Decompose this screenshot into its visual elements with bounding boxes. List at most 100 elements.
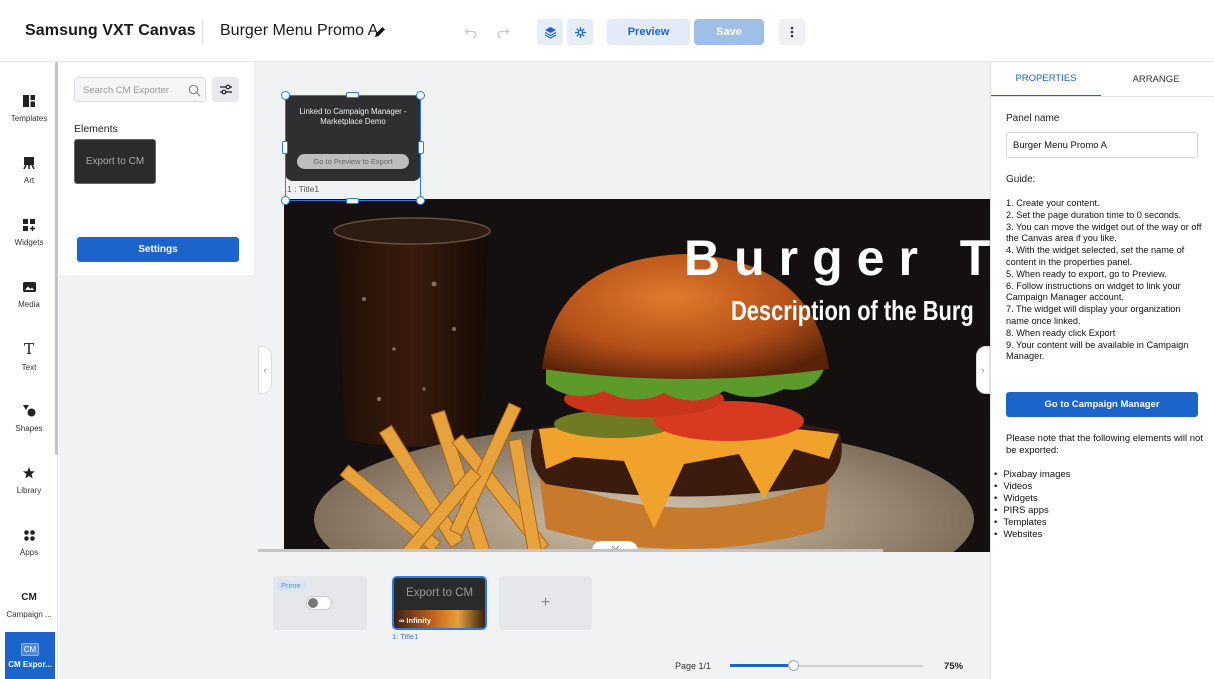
rail-item-campaign[interactable]: CM Campaign ...: [0, 576, 58, 634]
search-input[interactable]: Search CM Exporter: [74, 77, 206, 102]
text-icon: T: [23, 339, 34, 358]
rail-item-media[interactable]: Media: [0, 266, 58, 324]
rail-item-widgets[interactable]: Widgets: [0, 204, 58, 262]
tab-arrange[interactable]: ARRANGE: [1101, 62, 1211, 97]
document-title[interactable]: Burger Menu Promo A: [220, 22, 378, 40]
art-icon: [23, 157, 35, 169]
headline-text[interactable]: Burger Tit: [684, 229, 990, 287]
guide-steps: 1. Create your content. 2. Set the page …: [1006, 198, 1206, 363]
guide-step: 7. The widget will display your organiza…: [1006, 304, 1181, 326]
undo-icon: [464, 28, 477, 39]
apps-icon: [23, 529, 35, 541]
star-icon: [23, 467, 35, 479]
rail-item-templates[interactable]: Templates: [0, 80, 58, 138]
more-options-button[interactable]: [779, 19, 805, 45]
rail-item-cm-exporter[interactable]: CM CM Expor...: [5, 632, 55, 679]
media-icon: [22, 282, 36, 292]
pencil-icon[interactable]: [373, 25, 387, 39]
zoom-level: 75%: [944, 661, 964, 672]
chevron-left-icon: ‹: [263, 365, 267, 375]
resize-handle[interactable]: [282, 141, 288, 154]
redo-icon: [497, 28, 510, 39]
export-note: Please note that the following elements …: [1006, 433, 1203, 456]
prime-toggle[interactable]: [306, 596, 332, 610]
magic-button[interactable]: [567, 19, 593, 45]
sparkle-icon: [574, 26, 586, 38]
go-to-campaign-manager-button[interactable]: Go to Campaign Manager: [1006, 392, 1198, 417]
search-placeholder: Search CM Exporter: [83, 85, 170, 96]
rail-item-shapes[interactable]: Shapes: [0, 390, 58, 448]
tab-properties[interactable]: PROPERTIES: [991, 62, 1101, 97]
sliders-icon: [219, 84, 232, 95]
rail-label: Art: [23, 176, 35, 185]
zoom-slider-fill: [730, 664, 794, 667]
resize-handle[interactable]: [281, 91, 290, 100]
add-page-button[interactable]: +: [499, 576, 592, 630]
save-button[interactable]: Save: [694, 19, 764, 45]
guide-step: 1. Create your content.: [1006, 198, 1100, 208]
page-thumb-title: Export to CM: [405, 587, 474, 599]
tab-divider: [991, 96, 1214, 97]
layers-icon: [544, 26, 556, 39]
filter-button[interactable]: [212, 77, 239, 102]
elements-heading: Elements: [74, 123, 118, 135]
guide-step: 6. Follow instructions on widget to link…: [1006, 280, 1181, 303]
undo-button[interactable]: [458, 19, 484, 45]
guide-step: 4. With the widget selected, set the nam…: [1006, 245, 1185, 267]
layers-button[interactable]: [537, 19, 563, 45]
collapse-right-button[interactable]: ›: [976, 346, 990, 394]
rail-label: Media: [18, 300, 40, 309]
guide-step: 8. When ready click Export: [1006, 327, 1116, 338]
rail-label: Apps: [19, 547, 39, 557]
panel-name-input[interactable]: [1006, 132, 1198, 158]
kebab-icon: [790, 26, 794, 38]
cm-exporter-icon: CM: [20, 642, 40, 656]
pages-strip: [258, 552, 990, 679]
list-item: PIRS apps: [994, 505, 1070, 517]
guide-step: 2. Set the page duration time to 0 secon…: [1006, 209, 1182, 220]
selection-label: 1 : Title1: [287, 184, 320, 194]
rail-item-text[interactable]: T Text: [0, 328, 58, 386]
guide-step: 3. You can move the widget out of the wa…: [1006, 221, 1202, 244]
page-duration: ∞ Infinity: [399, 616, 432, 625]
top-bar: Samsung VXT Canvas Burger Menu Promo A P…: [0, 0, 1214, 62]
rail-label: Library: [16, 486, 42, 495]
page-indicator: Page 1/1: [675, 661, 712, 671]
rail-label: Text: [21, 362, 37, 372]
preview-button[interactable]: Preview: [607, 19, 690, 45]
resize-handle[interactable]: [346, 92, 359, 98]
panel-name-label: Panel name: [1006, 113, 1060, 124]
resize-handle[interactable]: [416, 91, 425, 100]
rail-label: Widgets: [14, 238, 44, 247]
list-item: Pixabay images: [994, 469, 1070, 481]
resize-handle[interactable]: [418, 141, 424, 154]
templates-icon: [23, 95, 35, 107]
rail-label: CM Expor...: [8, 659, 52, 669]
subheadline-text[interactable]: Description of the Burg: [731, 295, 974, 327]
redo-button[interactable]: [490, 19, 516, 45]
excluded-list: Pixabay images Videos Widgets PIRS apps …: [994, 469, 1070, 541]
search-icon[interactable]: [188, 84, 201, 97]
settings-button[interactable]: Settings: [77, 237, 239, 262]
widgets-icon: [23, 219, 35, 231]
chevron-right-icon: ›: [981, 365, 985, 375]
resize-handle[interactable]: [281, 196, 290, 205]
rail-label: Campaign ...: [6, 609, 52, 619]
shapes-icon: [22, 405, 35, 417]
page-label: 1: Title1: [392, 632, 419, 641]
rail-scrollbar[interactable]: [55, 62, 58, 455]
collapse-left-button[interactable]: ‹: [258, 346, 272, 394]
rail-item-apps[interactable]: Apps: [0, 514, 58, 572]
export-to-cm-element[interactable]: Export to CM: [74, 139, 156, 184]
resize-handle[interactable]: [346, 198, 359, 204]
guide-step: 9. Your content will be available in Cam…: [1006, 339, 1189, 362]
guide-step: 5. When ready to export, go to Preview.: [1006, 268, 1167, 279]
page-thumbnail[interactable]: Export to CM ∞ Infinity: [392, 576, 487, 630]
rail-item-library[interactable]: Library: [0, 452, 58, 510]
list-item: Templates: [994, 517, 1070, 529]
canvas-scene[interactable]: Burger Tit Description of the Burg: [284, 199, 990, 552]
resize-handle[interactable]: [416, 196, 425, 205]
rail-item-art[interactable]: Art: [0, 142, 58, 200]
cm-icon: CM: [21, 591, 37, 603]
list-item: Websites: [994, 529, 1070, 541]
